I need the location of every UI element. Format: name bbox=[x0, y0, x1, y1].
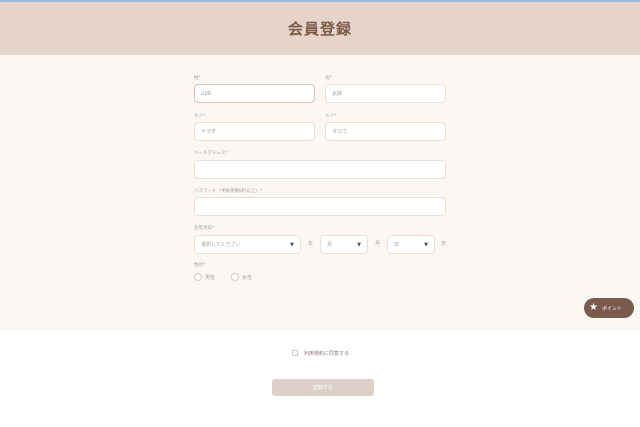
page-header: 会員登録 bbox=[0, 2, 640, 55]
chevron-down-icon: ▼ bbox=[357, 241, 361, 248]
birthdate-label: 生年月日* bbox=[194, 226, 215, 231]
registration-form bbox=[0, 55, 640, 331]
birth-year-select[interactable]: 選択してください ▼ bbox=[194, 235, 301, 254]
gender-label-female: 女性 bbox=[242, 275, 253, 281]
birth-month-select[interactable]: 月 ▼ bbox=[320, 235, 368, 254]
chevron-down-icon: ▼ bbox=[424, 241, 428, 248]
gender-radio-male[interactable] bbox=[194, 273, 202, 281]
password-field[interactable] bbox=[194, 197, 446, 216]
first-name-label: 名* bbox=[325, 76, 332, 81]
first-name-kana-field[interactable]: タロウ bbox=[325, 122, 446, 141]
gender-label-male: 男性 bbox=[205, 275, 216, 281]
month-unit: 月 bbox=[375, 241, 381, 247]
last-name-value: 山田 bbox=[201, 91, 212, 97]
register-button[interactable]: 登録する bbox=[272, 379, 374, 396]
birth-day-value: 日 bbox=[394, 242, 400, 248]
year-unit: 年 bbox=[308, 241, 314, 247]
last-name-kana-value: ヤマダ bbox=[201, 129, 217, 135]
star-icon: ★ bbox=[589, 302, 598, 313]
email-field[interactable] bbox=[194, 160, 446, 179]
last-name-kana-field[interactable]: ヤマダ bbox=[194, 122, 315, 141]
birth-month-value: 月 bbox=[327, 242, 333, 248]
terms-label: 利用規約に同意する bbox=[304, 351, 350, 357]
birth-day-select[interactable]: 日 ▼ bbox=[387, 235, 435, 254]
last-name-label: 姓* bbox=[194, 76, 201, 81]
register-button-label: 登録する bbox=[312, 385, 333, 391]
day-unit: 日 bbox=[441, 241, 447, 247]
password-label: パスワード（半角英数8桁以上）* bbox=[194, 189, 263, 194]
page-title: 会員登録 bbox=[287, 20, 352, 38]
point-button-label: ポイント bbox=[601, 305, 622, 312]
first-name-field[interactable]: 太郎 bbox=[325, 84, 446, 103]
first-name-value: 太郎 bbox=[332, 91, 343, 97]
point-button[interactable]: ★ ポイント bbox=[584, 298, 634, 318]
terms-checkbox[interactable] bbox=[292, 350, 298, 356]
email-label: メールアドレス* bbox=[194, 151, 228, 156]
chevron-down-icon: ▼ bbox=[290, 241, 294, 248]
last-name-kana-label: セイ* bbox=[194, 114, 206, 119]
birth-year-value: 選択してください bbox=[201, 242, 241, 248]
first-name-kana-value: タロウ bbox=[332, 129, 348, 135]
last-name-field[interactable]: 山田 bbox=[194, 84, 315, 103]
first-name-kana-label: メイ* bbox=[325, 114, 337, 119]
gender-radio-female[interactable] bbox=[231, 273, 239, 281]
gender-label: 性別* bbox=[194, 263, 206, 268]
